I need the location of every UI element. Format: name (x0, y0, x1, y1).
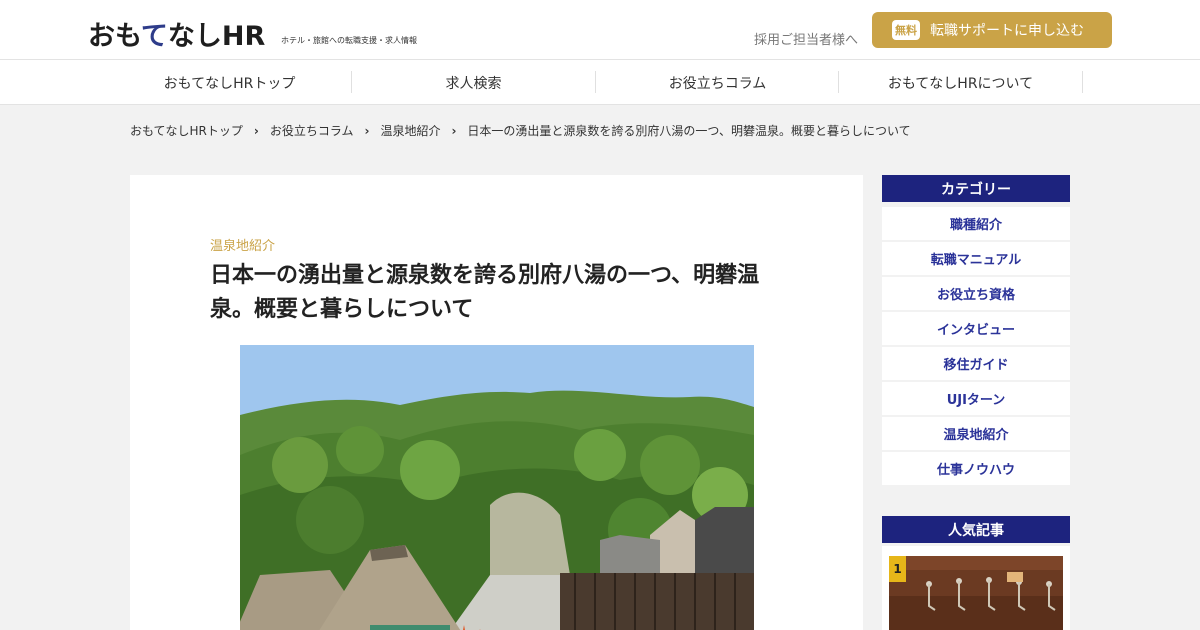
site-tagline: ホテル・旅館への転職支援・求人情報 (281, 36, 417, 45)
recruiter-link[interactable]: 採用ご担当者様へ (754, 29, 858, 48)
category-item-interview[interactable]: インタビュー (882, 312, 1070, 345)
popular-article-image (889, 556, 1063, 630)
logo-text-1: おも (88, 21, 141, 52)
free-badge: 無料 (892, 20, 920, 40)
apply-support-label: 転職サポートに申し込む (930, 23, 1084, 39)
nav-item-columns[interactable]: お役立ちコラム (596, 60, 839, 105)
category-item-qualifications[interactable]: お役立ち資格 (882, 277, 1070, 310)
category-item-relocation-guide[interactable]: 移住ガイド (882, 347, 1070, 380)
nav-item-job-search[interactable]: 求人検索 (352, 60, 595, 105)
category-item-onsen[interactable]: 温泉地紹介 (882, 417, 1070, 450)
nav-item-about[interactable]: おもてなしHRについて (839, 60, 1082, 105)
chevron-right-icon: › (364, 123, 370, 138)
rank-badge: 1 (889, 556, 906, 582)
category-item-uji-turn[interactable]: UJIターン (882, 382, 1070, 415)
global-nav: おもてなしHRトップ 求人検索 お役立ちコラム おもてなしHRについて (0, 60, 1200, 105)
site-logo[interactable]: おもてなしHR (88, 14, 265, 53)
breadcrumb-top[interactable]: おもてなしHRトップ (130, 122, 243, 139)
logo-text-2: なしHR (167, 21, 266, 52)
apply-support-button[interactable]: 無料 転職サポートに申し込む (872, 12, 1112, 48)
popular-article-card[interactable]: 1 (882, 546, 1070, 630)
category-item-job-change-manual[interactable]: 転職マニュアル (882, 242, 1070, 275)
category-list: 職種紹介 転職マニュアル お役立ち資格 インタビュー 移住ガイド UJIターン … (882, 207, 1070, 487)
logo-text-accent: て (140, 21, 168, 52)
breadcrumb-columns[interactable]: お役立ちコラム (270, 122, 354, 139)
chevron-right-icon: › (253, 123, 259, 138)
breadcrumb-current: 日本一の湧出量と源泉数を誇る別府八湯の一つ、明礬温泉。概要と暮らしについて (467, 124, 911, 138)
breadcrumb-category[interactable]: 温泉地紹介 (380, 122, 440, 139)
chevron-right-icon: › (451, 123, 457, 138)
site-header: おもてなしHR ホテル・旅館への転職支援・求人情報 採用ご担当者様へ 無料 転職… (0, 0, 1200, 60)
article-card: 温泉地紹介 日本一の湧出量と源泉数を誇る別府八湯の一つ、明礬温泉。概要と暮らしに… (130, 175, 863, 630)
article-category[interactable]: 温泉地紹介 (210, 235, 275, 254)
category-heading: カテゴリー (882, 175, 1070, 202)
category-item-job-types[interactable]: 職種紹介 (882, 207, 1070, 240)
article-hero-image (240, 345, 754, 630)
popular-heading: 人気記事 (882, 516, 1070, 543)
nav-divider (1082, 71, 1083, 93)
category-item-know-how[interactable]: 仕事ノウハウ (882, 452, 1070, 485)
breadcrumb: おもてなしHRトップ › お役立ちコラム › 温泉地紹介 › 日本一の湧出量と源… (130, 122, 911, 139)
nav-item-top[interactable]: おもてなしHRトップ (108, 60, 351, 105)
article-title: 日本一の湧出量と源泉数を誇る別府八湯の一つ、明礬温泉。概要と暮らしについて (210, 263, 760, 322)
